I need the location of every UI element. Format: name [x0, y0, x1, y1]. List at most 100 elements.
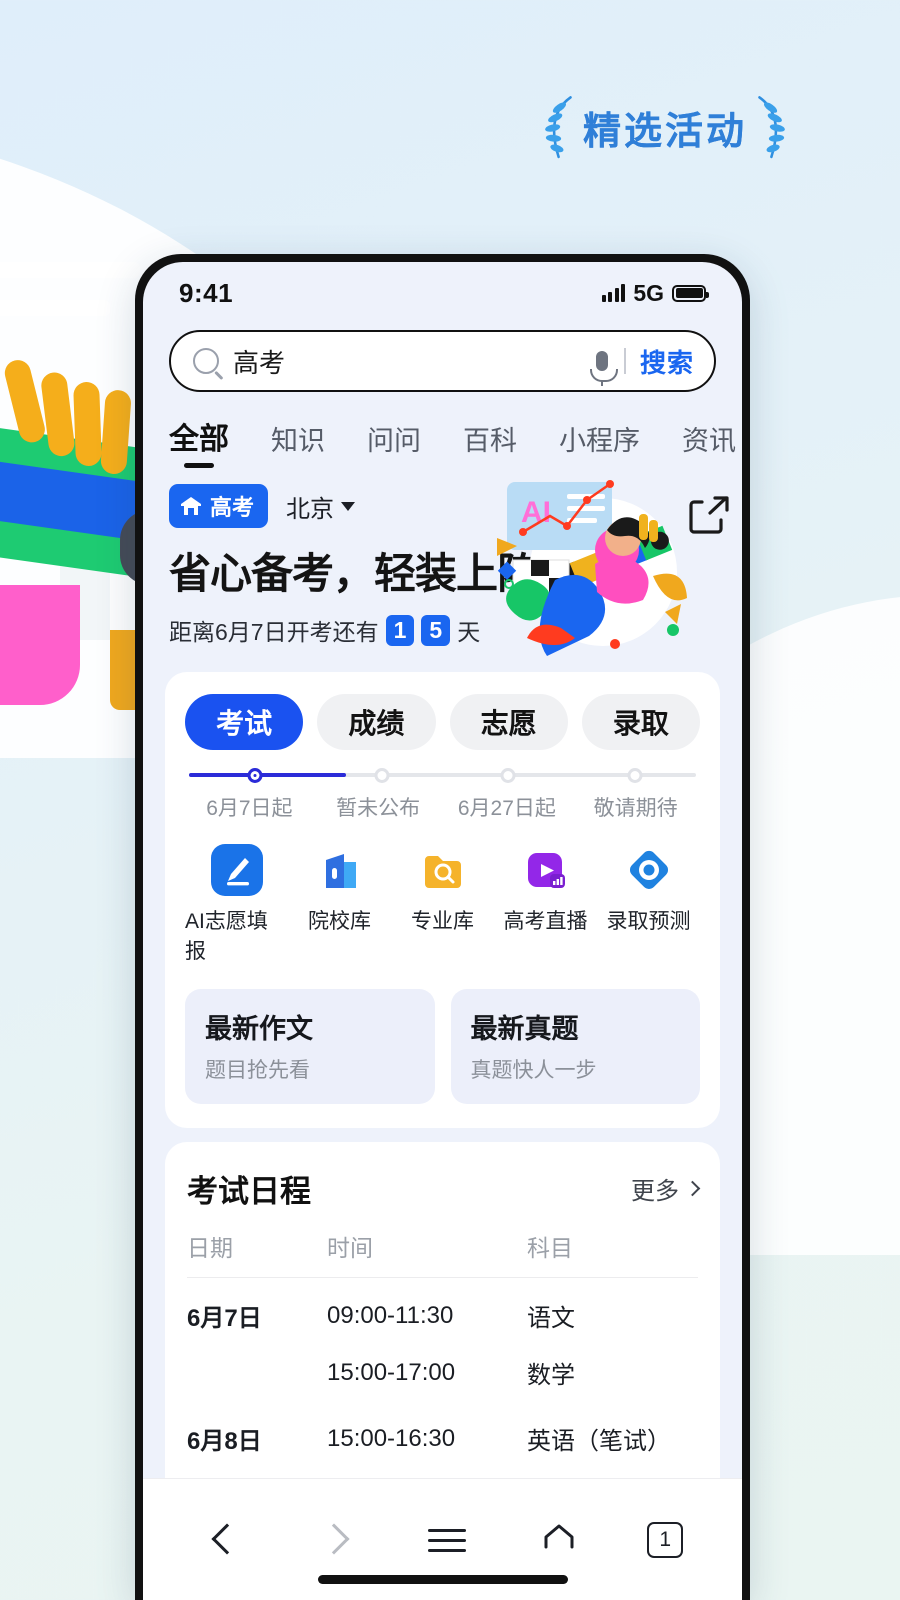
stage-dates: 6月7日起 暂未公布 6月27日起 敬请期待	[185, 792, 700, 822]
quick-link-label: AI志愿填报	[185, 910, 268, 963]
stage-date-wish: 6月27日起	[457, 797, 556, 820]
battery-icon	[672, 284, 709, 302]
promo-subtitle: 题目抢先看	[205, 1059, 310, 1082]
quick-link-label: 专业库	[411, 910, 474, 933]
schedule-more-label: 更多	[631, 1178, 679, 1205]
search-input[interactable]: 高考	[233, 343, 582, 380]
gaokao-badge[interactable]: 高考	[169, 484, 269, 528]
column-subject: 科目	[527, 1235, 573, 1261]
quick-link-major-db[interactable]: 专业库	[391, 844, 494, 965]
tab-news[interactable]: 资讯	[682, 419, 736, 470]
cell-time: 15:00-16:30	[327, 1424, 456, 1452]
building-icon	[314, 844, 366, 896]
home-indicator	[317, 1575, 568, 1584]
table-row: 6月7日 09:00-11:30 语文	[187, 1278, 698, 1345]
cell-subject: 英语（笔试）	[527, 1428, 671, 1455]
promo-banner: 精选活动	[545, 88, 785, 166]
search-button[interactable]: 搜索	[640, 343, 694, 380]
cell-time: 09:00-11:30	[327, 1301, 454, 1329]
stage-pill-score[interactable]: 成绩	[317, 694, 436, 750]
phone-screen: 9:41 5G 高考 搜索 全部 知识 问问 百科 小程序 资讯 微	[143, 262, 742, 1600]
network-label: 5G	[633, 279, 664, 306]
countdown-digit-2: 5	[421, 614, 451, 646]
banner-title: 精选活动	[583, 100, 747, 155]
schedule-title: 考试日程	[187, 1174, 311, 1209]
play-video-icon	[520, 844, 572, 896]
promo-cards[interactable]: 最新作文 题目抢先看 最新真题 真题快人一步	[185, 989, 700, 1104]
hero-illustration: AI	[497, 480, 687, 656]
stage-pills[interactable]: 考试 成绩 志愿 录取	[185, 694, 700, 750]
stage-pill-exam[interactable]: 考试	[185, 694, 304, 750]
promo-subtitle: 真题快人一步	[470, 1059, 597, 1082]
promo-card-essay[interactable]: 最新作文 题目抢先看	[185, 989, 435, 1104]
cell-subject: 语文	[527, 1305, 575, 1332]
microphone-icon[interactable]	[590, 351, 619, 386]
tab-ask[interactable]: 问问	[367, 419, 421, 470]
house-icon	[179, 495, 203, 517]
phone-mockup: 9:41 5G 高考 搜索 全部 知识 问问 百科 小程序 资讯 微	[135, 254, 750, 1600]
schedule-more-link[interactable]: 更多	[631, 1171, 701, 1206]
quick-link-label: 录取预测	[606, 910, 691, 933]
timeline-dot-score	[374, 768, 390, 783]
stage-date-score: 暂未公布	[336, 797, 421, 820]
quick-link-label: 院校库	[308, 910, 371, 933]
stage-timeline	[189, 768, 696, 783]
column-date: 日期	[187, 1235, 233, 1261]
divider	[624, 348, 626, 374]
stage-date-admit: 敬请期待	[593, 797, 678, 820]
hamburger-menu-icon[interactable]	[424, 1517, 470, 1563]
table-row: 15:00-17:00 数学	[187, 1344, 698, 1401]
promo-card-papers[interactable]: 最新真题 真题快人一步	[450, 989, 700, 1104]
chevron-down-icon	[341, 501, 356, 511]
cell-date: 6月7日	[187, 1305, 262, 1332]
status-bar: 9:41 5G	[143, 262, 742, 324]
search-icon	[193, 348, 219, 374]
timeline-dot-exam	[247, 768, 263, 783]
signal-bars-icon	[601, 284, 626, 302]
quick-link-ai-volunteer[interactable]: AI志愿填报	[185, 844, 288, 965]
folder-search-icon	[417, 844, 469, 896]
hero-section: 高考 北京 省心备考，轻装上阵 距离6月7日开考还有 1 5 天 AI	[143, 470, 742, 666]
laurel-right-icon	[758, 96, 785, 159]
chevron-right-icon	[684, 1180, 701, 1197]
quick-links[interactable]: AI志愿填报 院校库 专业库 高考直播 录取预测	[185, 844, 700, 965]
quick-link-prediction[interactable]: 录取预测	[597, 844, 700, 965]
location-selector[interactable]: 北京	[286, 489, 356, 524]
column-time: 时间	[327, 1235, 373, 1261]
home-icon[interactable]	[536, 1517, 582, 1563]
stage-date-exam: 6月7日起	[206, 797, 293, 820]
timeline-dot-admit	[627, 768, 643, 783]
promo-title: 最新真题	[470, 1014, 579, 1044]
chevron-right-icon[interactable]	[313, 1517, 359, 1563]
quick-link-live[interactable]: 高考直播	[494, 844, 597, 965]
chevron-left-icon[interactable]	[202, 1517, 248, 1563]
cell-date	[187, 1344, 327, 1401]
tab-count-icon[interactable]: 1	[647, 1521, 684, 1558]
gaokao-service-card: 考试 成绩 志愿 录取 6月7日起 暂未公布 6月27日起 敬请期待 AI志愿填	[165, 672, 720, 1128]
tab-miniapp[interactable]: 小程序	[559, 419, 640, 470]
status-time: 9:41	[179, 277, 234, 308]
location-label: 北京	[286, 495, 335, 523]
laurel-left-icon	[545, 96, 572, 159]
quick-link-label: 高考直播	[503, 910, 588, 933]
stage-pill-admit[interactable]: 录取	[581, 694, 700, 750]
quick-link-school-db[interactable]: 院校库	[288, 844, 391, 965]
timeline-dot-wish	[500, 768, 516, 783]
cell-time: 15:00-17:00	[327, 1358, 456, 1386]
category-tabs[interactable]: 全部 知识 问问 百科 小程序 资讯 微	[143, 392, 742, 470]
countdown-suffix: 天	[457, 619, 481, 645]
cell-date: 6月8日	[187, 1428, 262, 1455]
external-link-icon[interactable]	[688, 494, 732, 538]
tab-all[interactable]: 全部	[169, 414, 229, 470]
table-row: 6月8日 15:00-16:30 英语（笔试）	[187, 1401, 698, 1467]
tab-knowledge[interactable]: 知识	[271, 419, 325, 470]
countdown-prefix: 距离6月7日开考还有	[169, 619, 379, 645]
target-diamond-icon	[623, 844, 675, 896]
pen-edit-icon	[210, 844, 263, 896]
search-bar[interactable]: 高考 搜索	[169, 330, 716, 392]
stage-pill-wish[interactable]: 志愿	[449, 694, 568, 750]
promo-title: 最新作文	[205, 1014, 313, 1044]
countdown-digit-1: 1	[385, 614, 415, 646]
tab-baike[interactable]: 百科	[463, 419, 517, 470]
gaokao-badge-label: 高考	[210, 495, 255, 520]
